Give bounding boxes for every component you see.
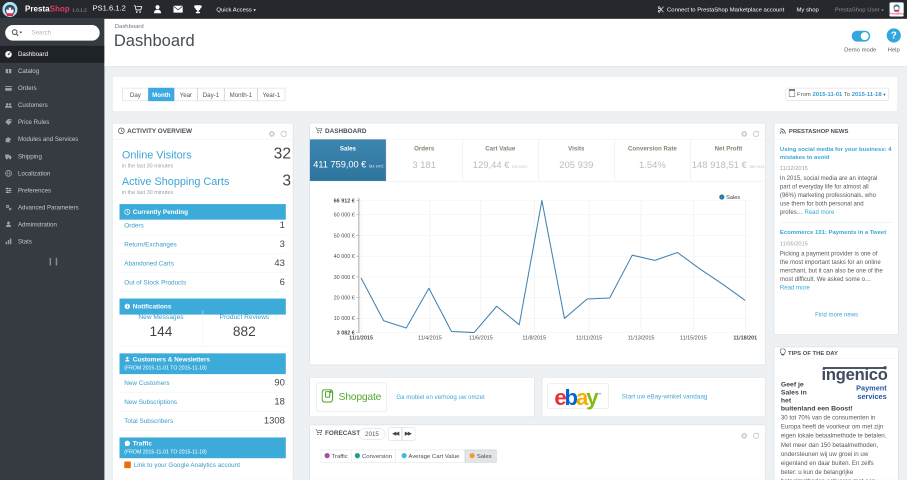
svg-text:PrestaShop: PrestaShop — [890, 12, 904, 16]
svg-text:11/18/201: 11/18/201 — [733, 336, 757, 342]
svg-text:11/13/2015: 11/13/2015 — [628, 336, 655, 342]
svg-text:11/15/2015: 11/15/2015 — [680, 336, 707, 342]
svg-text:20 000 €: 20 000 € — [334, 295, 355, 301]
svg-text:Sales: Sales — [726, 195, 740, 201]
svg-text:60 000 €: 60 000 € — [334, 213, 355, 219]
svg-text:10 000 €: 10 000 € — [334, 316, 355, 322]
svg-text:50 000 €: 50 000 € — [334, 233, 355, 239]
svg-text:11/4/2015: 11/4/2015 — [418, 336, 442, 342]
svg-text:11/11/2015: 11/11/2015 — [576, 336, 602, 342]
svg-text:11/6/2015: 11/6/2015 — [469, 336, 493, 342]
svg-text:11/1/2015: 11/1/2015 — [349, 336, 373, 342]
svg-text:11/8/2015: 11/8/2015 — [522, 336, 546, 342]
svg-text:30 000 €: 30 000 € — [334, 275, 355, 281]
svg-text:40 000 €: 40 000 € — [334, 254, 355, 260]
svg-text:66 912 €: 66 912 € — [334, 198, 355, 204]
